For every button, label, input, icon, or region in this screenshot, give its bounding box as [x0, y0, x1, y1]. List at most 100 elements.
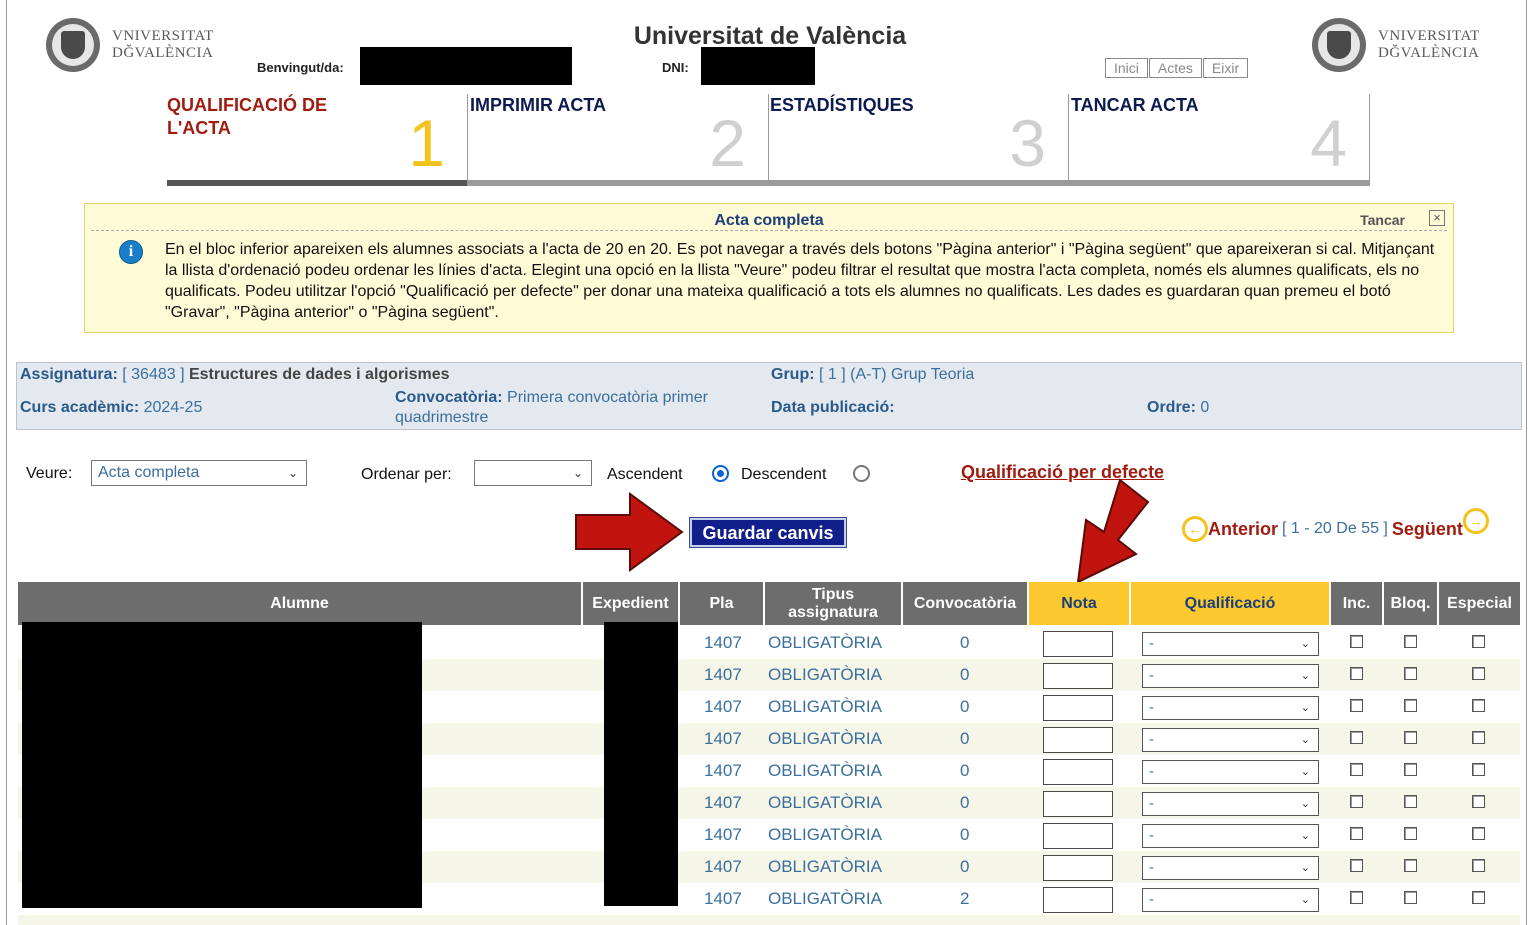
qualificacio-select-value: -	[1149, 635, 1154, 652]
descendent-radio[interactable]	[853, 465, 870, 482]
tipus-cell: OBLIGATÒRIA	[768, 761, 882, 780]
logo-line-2: DĞVALÈNCIA	[112, 45, 214, 61]
convocatoria-cell: 0	[960, 857, 970, 876]
expedients-redacted	[604, 622, 678, 906]
inc-checkbox[interactable]	[1350, 699, 1363, 712]
nav-eixir-link[interactable]: Eixir	[1202, 58, 1249, 78]
inc-checkbox[interactable]	[1350, 795, 1363, 808]
ordenar-select[interactable]: ⌄	[474, 460, 592, 486]
info-divider	[91, 230, 1447, 231]
data-publicacio-label: Data publicació:	[771, 399, 895, 416]
especial-checkbox[interactable]	[1472, 859, 1485, 872]
nota-input[interactable]	[1043, 663, 1113, 689]
especial-checkbox[interactable]	[1472, 763, 1485, 776]
nota-input[interactable]	[1043, 695, 1113, 721]
especial-checkbox[interactable]	[1472, 827, 1485, 840]
bloq-checkbox[interactable]	[1404, 731, 1417, 744]
qualificacio-select-value: -	[1149, 667, 1154, 684]
inc-checkbox[interactable]	[1350, 667, 1363, 680]
bloq-checkbox[interactable]	[1404, 859, 1417, 872]
page-right-border	[1526, 0, 1527, 925]
bloq-checkbox[interactable]	[1404, 827, 1417, 840]
step-tancar-acta[interactable]: TANCAR ACTA 4	[1069, 94, 1370, 186]
veure-select-value: Acta completa	[98, 464, 200, 481]
convocatoria-cell: 0	[960, 665, 970, 684]
inc-checkbox[interactable]	[1350, 827, 1363, 840]
veure-select[interactable]: Acta completa ⌄	[91, 460, 307, 486]
inc-checkbox[interactable]	[1350, 763, 1363, 776]
inc-checkbox[interactable]	[1350, 891, 1363, 904]
column-header-tipus: Tipus assignatura	[765, 582, 901, 625]
curs-label: Curs acadèmic:	[20, 399, 140, 416]
qualificacio-select[interactable]: - ⌄	[1142, 760, 1319, 784]
university-logo-left: VNIVERSITAT DĞVALÈNCIA	[46, 18, 214, 72]
qualificacio-select[interactable]: - ⌄	[1142, 696, 1319, 720]
convocatoria-label: Convocatòria:	[395, 389, 503, 406]
especial-checkbox[interactable]	[1472, 795, 1485, 808]
step-imprimir-acta[interactable]: IMPRIMIR ACTA 2	[467, 94, 769, 186]
step-number: 1	[408, 106, 445, 180]
qualificacio-select[interactable]: - ⌄	[1142, 824, 1319, 848]
nota-input[interactable]	[1043, 791, 1113, 817]
chevron-down-icon: ⌄	[1300, 830, 1310, 842]
inc-checkbox[interactable]	[1350, 859, 1363, 872]
inc-checkbox[interactable]	[1350, 731, 1363, 744]
grup-label: Grup:	[771, 366, 815, 383]
arrow-right-icon[interactable]: →	[1462, 508, 1489, 534]
nota-input[interactable]	[1043, 855, 1113, 881]
info-close-label[interactable]: Tancar	[1360, 212, 1405, 228]
especial-checkbox[interactable]	[1472, 667, 1485, 680]
qualificacio-select[interactable]: - ⌄	[1142, 664, 1319, 688]
pla-cell: 1407	[704, 665, 742, 684]
info-icon: i	[119, 240, 143, 264]
pla-cell: 1407	[704, 889, 742, 908]
especial-checkbox[interactable]	[1472, 731, 1485, 744]
nota-input[interactable]	[1043, 823, 1113, 849]
save-changes-button[interactable]: Guardar canvis	[689, 517, 847, 548]
nota-input[interactable]	[1043, 631, 1113, 657]
next-page-link[interactable]: Següent	[1392, 519, 1463, 540]
bloq-checkbox[interactable]	[1404, 635, 1417, 648]
especial-checkbox[interactable]	[1472, 891, 1485, 904]
ascendent-radio[interactable]	[712, 465, 729, 482]
bloq-checkbox[interactable]	[1404, 763, 1417, 776]
inc-checkbox[interactable]	[1350, 635, 1363, 648]
nota-input[interactable]	[1043, 759, 1113, 785]
qualificacio-select-value: -	[1149, 891, 1154, 908]
nav-actes-link[interactable]: Actes	[1148, 58, 1202, 78]
previous-page-link[interactable]: Anterior	[1208, 519, 1278, 540]
chevron-down-icon: ⌄	[1300, 766, 1310, 778]
bloq-checkbox[interactable]	[1404, 699, 1417, 712]
chevron-down-icon: ⌄	[1300, 894, 1310, 906]
column-header-nota: Nota	[1029, 582, 1129, 625]
nota-input[interactable]	[1043, 727, 1113, 753]
pla-cell: 1407	[704, 825, 742, 844]
top-navigation: Inici Actes Eixir	[1105, 58, 1249, 78]
bloq-checkbox[interactable]	[1404, 891, 1417, 904]
bloq-checkbox[interactable]	[1404, 667, 1417, 680]
qualificacio-select[interactable]: - ⌄	[1142, 632, 1319, 656]
arrow-left-icon[interactable]: ←	[1182, 516, 1208, 542]
step-number: 2	[709, 106, 746, 180]
column-header-pla: Pla	[680, 582, 763, 625]
step-estadistiques[interactable]: ESTADÍSTIQUES 3	[768, 94, 1069, 186]
qualificacio-select[interactable]: - ⌄	[1142, 856, 1319, 880]
nav-inici-link[interactable]: Inici	[1105, 58, 1148, 78]
qualificacio-select[interactable]: - ⌄	[1142, 728, 1319, 752]
step-number: 4	[1310, 106, 1347, 180]
qualificacio-select[interactable]: - ⌄	[1142, 888, 1319, 912]
especial-checkbox[interactable]	[1472, 635, 1485, 648]
nota-input[interactable]	[1043, 887, 1113, 913]
step-qualificacio[interactable]: QUALIFICACIÓ DE L'ACTA 1	[167, 94, 467, 186]
column-header-expedient: Expedient	[583, 582, 678, 625]
bloq-checkbox[interactable]	[1404, 795, 1417, 808]
qualificacio-select[interactable]: - ⌄	[1142, 792, 1319, 816]
especial-checkbox[interactable]	[1472, 699, 1485, 712]
dni-label: DNI:	[662, 60, 689, 75]
close-icon[interactable]: ×	[1429, 210, 1445, 226]
university-seal-icon	[1312, 18, 1366, 72]
chevron-down-icon: ⌄	[1300, 702, 1310, 714]
info-title: Acta completa	[714, 212, 824, 229]
university-logo-right: VNIVERSITAT DĞVALÈNCIA	[1312, 18, 1480, 72]
convocatoria-cell: 0	[960, 825, 970, 844]
